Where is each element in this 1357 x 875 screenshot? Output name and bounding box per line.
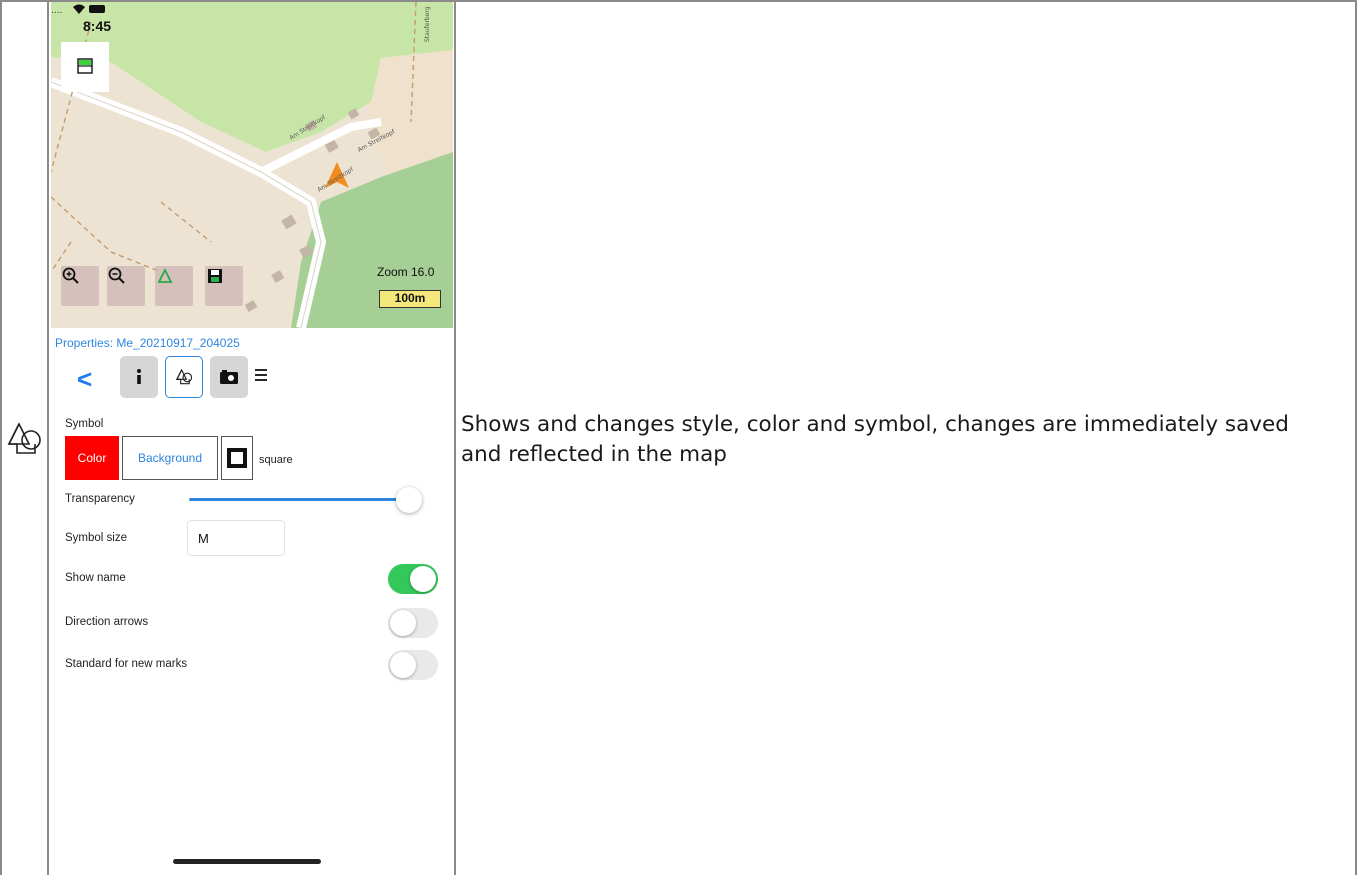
symbol-shape-button[interactable] xyxy=(221,436,253,480)
symbol-size-label: Symbol size xyxy=(65,532,127,544)
show-name-label: Show name xyxy=(65,572,126,584)
symbol-label: Symbol xyxy=(65,418,104,430)
table-border-col2 xyxy=(454,0,456,875)
battery-icon xyxy=(89,5,105,13)
symbol-size-field[interactable]: M xyxy=(187,520,285,556)
description-text: Shows and changes style, color and symbo… xyxy=(461,412,1289,467)
icon-cell xyxy=(0,0,47,875)
tab-style[interactable] xyxy=(165,356,203,398)
description-cell: Shows and changes style, color and symbo… xyxy=(457,0,1355,875)
toggle-knob xyxy=(390,652,416,678)
zoom-out-button[interactable] xyxy=(107,266,145,306)
standard-new-marks-toggle[interactable] xyxy=(388,650,438,680)
triangle-icon xyxy=(157,267,173,283)
shapes-icon xyxy=(175,368,193,385)
save-map-button[interactable] xyxy=(205,266,243,306)
show-name-toggle[interactable] xyxy=(388,564,438,594)
layers-icon xyxy=(77,58,93,74)
info-icon xyxy=(137,369,141,384)
camera-icon xyxy=(220,370,238,384)
symbol-shape-label: square xyxy=(259,454,293,466)
toggle-knob xyxy=(410,566,436,592)
phone-screenshot: Am Streitkopf Am Streitkopf Am Streitkopf S… xyxy=(51,2,453,875)
scale-bar: 100m xyxy=(379,290,441,308)
status-icons: .... xyxy=(51,4,105,16)
standard-new-marks-label: Standard for new marks xyxy=(65,658,188,670)
wifi-icon xyxy=(73,4,85,14)
transparency-slider-track[interactable] xyxy=(189,498,421,501)
save-icon xyxy=(208,269,222,283)
street-label: Stauferberg xyxy=(424,6,431,42)
tab-media[interactable] xyxy=(210,356,248,398)
table-border-col1 xyxy=(47,0,49,875)
zoom-in-button[interactable] xyxy=(61,266,99,306)
properties-title: Properties: Me_20210917_204025 xyxy=(55,336,240,350)
zoom-in-icon xyxy=(62,267,79,284)
toggle-knob xyxy=(390,610,416,636)
color-button[interactable]: Color xyxy=(65,436,119,480)
transparency-label: Transparency xyxy=(65,493,135,505)
track-mode-button[interactable] xyxy=(155,266,193,306)
layer-toggle-button[interactable] xyxy=(61,42,109,92)
direction-arrows-toggle[interactable] xyxy=(388,608,438,638)
wiki-table: Am Streitkopf Am Streitkopf Am Streitkopf S… xyxy=(0,0,1357,875)
menu-icon[interactable] xyxy=(254,368,268,382)
map-view[interactable]: Am Streitkopf Am Streitkopf Am Streitkopf S… xyxy=(51,2,453,328)
transparency-slider-thumb[interactable] xyxy=(396,487,423,513)
tab-info[interactable] xyxy=(120,356,158,398)
svg-text:....: .... xyxy=(51,6,62,16)
background-button[interactable]: Background xyxy=(122,436,218,480)
zoom-level: Zoom 16.0 xyxy=(377,265,435,279)
back-button[interactable]: < xyxy=(77,364,92,395)
square-symbol-icon xyxy=(227,448,247,468)
shapes-icon xyxy=(7,422,41,454)
home-indicator xyxy=(173,859,321,864)
direction-arrows-label: Direction arrows xyxy=(65,616,149,628)
status-time: 8:45 xyxy=(83,18,112,34)
zoom-out-icon xyxy=(108,267,125,284)
